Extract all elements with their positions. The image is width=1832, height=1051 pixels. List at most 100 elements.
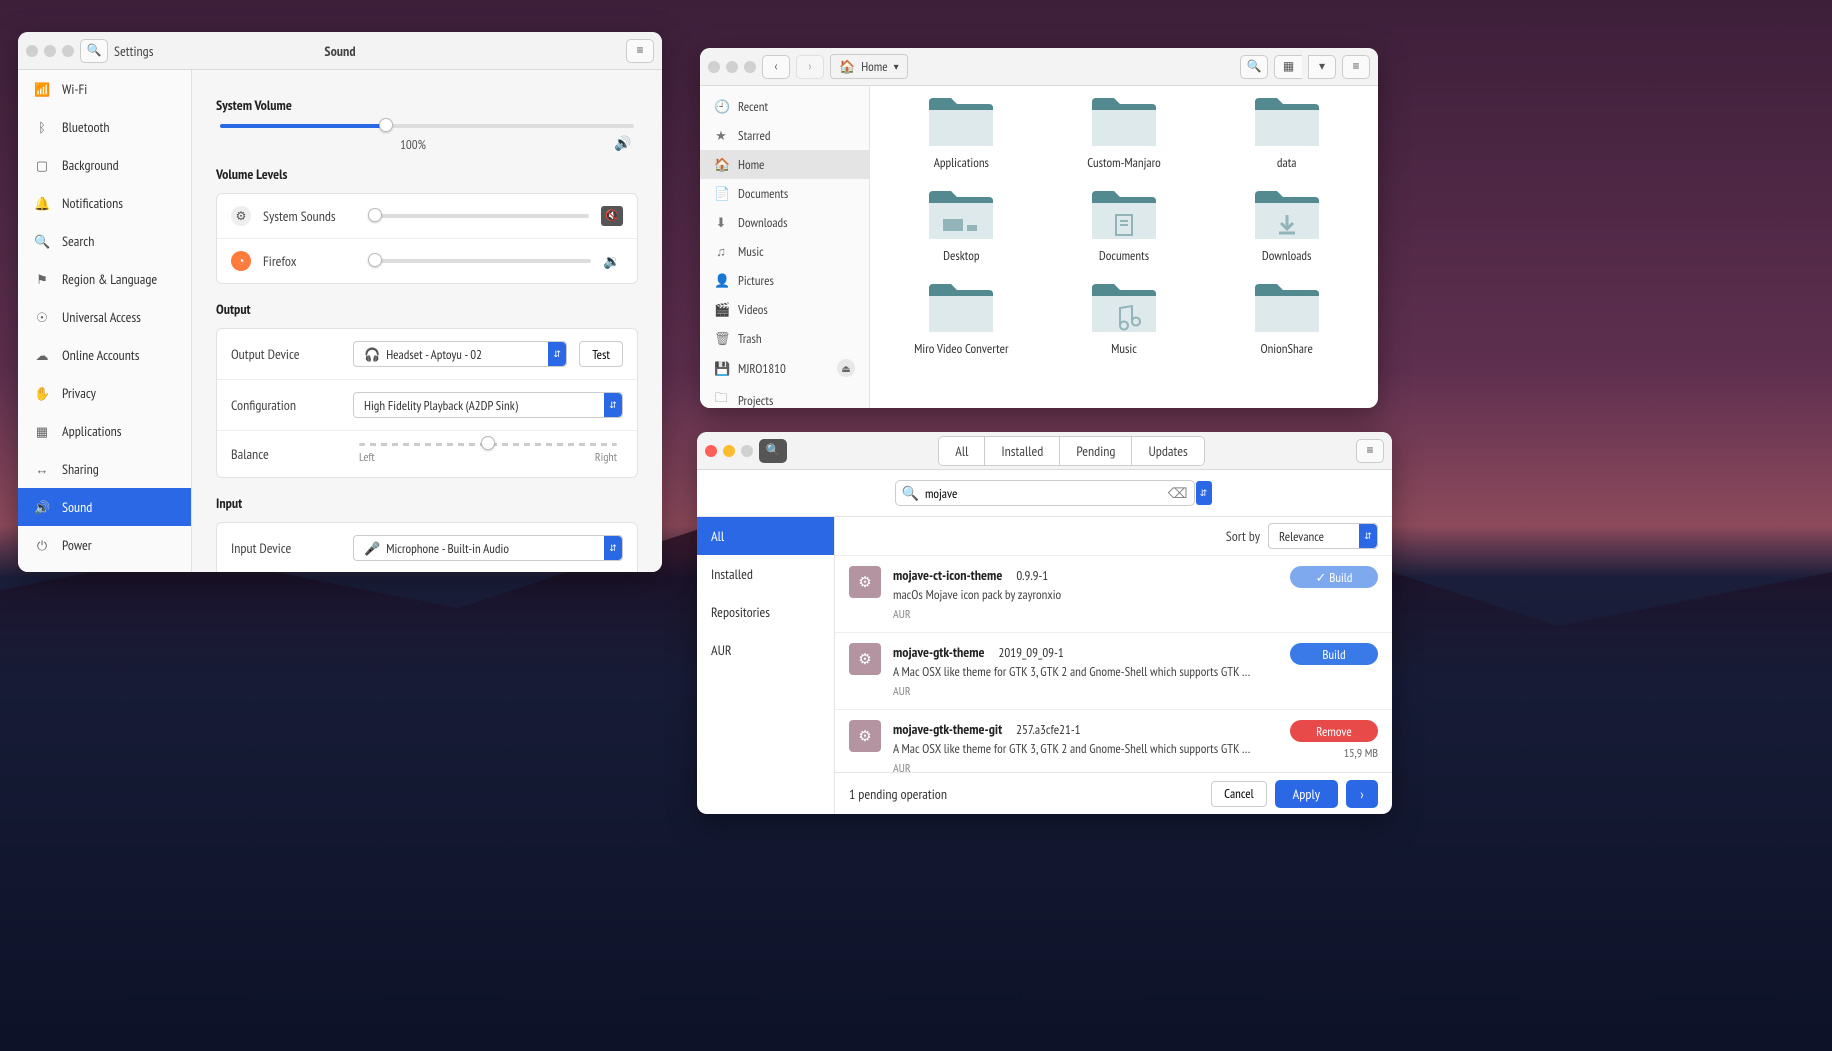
chevron-updown-icon[interactable]: ⇵	[1196, 481, 1212, 505]
microphone-icon: 🎤	[364, 540, 380, 557]
folder-applications[interactable]: Applications	[890, 96, 1033, 171]
window-close[interactable]	[708, 61, 720, 73]
output-device-label: Output Device	[231, 345, 341, 363]
files-sidebar-home[interactable]: 🏠Home	[700, 150, 869, 179]
hamburger-menu-icon[interactable]: ≡	[1356, 439, 1384, 463]
source-installed[interactable]: Installed	[697, 555, 834, 593]
test-button[interactable]: Test	[579, 341, 623, 367]
search-icon[interactable]: 🔍	[759, 439, 787, 463]
section-input: Input	[216, 494, 638, 512]
source-all[interactable]: All	[697, 517, 834, 555]
sidebar-item-search[interactable]: 🔍Search	[18, 222, 191, 260]
balance-slider[interactable]: Left Right	[353, 443, 623, 465]
window-max[interactable]	[744, 61, 756, 73]
details-button[interactable]: ›	[1346, 780, 1378, 808]
files-sidebar: 🕘Recent★Starred🏠Home📄Documents⬇Downloads…	[700, 86, 870, 408]
app-volume-slider[interactable]	[375, 259, 591, 263]
search-icon: 🔍	[902, 484, 919, 502]
home-icon: 🏠	[714, 156, 728, 173]
sources-sidebar: AllInstalledRepositoriesAUR	[697, 517, 835, 814]
folder-miro-video-converter[interactable]: Miro Video Converter	[890, 282, 1033, 357]
sidebar-item-sound[interactable]: 🔊Sound	[18, 488, 191, 526]
files-sidebar-music[interactable]: ♫Music	[700, 237, 869, 266]
files-sidebar-downloads[interactable]: ⬇Downloads	[700, 208, 869, 237]
forward-button[interactable]: ›	[796, 55, 824, 79]
pkg-search-box[interactable]: 🔍 ⌫ ⇵	[895, 480, 1195, 506]
sidebar-item-bluetooth[interactable]: ᛒBluetooth	[18, 108, 191, 146]
source-repositories[interactable]: Repositories	[697, 593, 834, 631]
sort-select[interactable]: Relevance ⇵	[1268, 523, 1378, 549]
files-sidebar-recent[interactable]: 🕘Recent	[700, 92, 869, 121]
search-icon[interactable]: 🔍	[80, 39, 108, 63]
folder-downloads[interactable]: Downloads	[1215, 189, 1358, 264]
eject-icon[interactable]: ⏏	[837, 359, 855, 377]
folder-data[interactable]: data	[1215, 96, 1358, 171]
window-max[interactable]	[741, 445, 753, 457]
source-aur[interactable]: AUR	[697, 631, 834, 669]
files-sidebar-trash[interactable]: 🗑Trash	[700, 324, 869, 353]
sidebar-item-universal-access[interactable]: ☉Universal Access	[18, 298, 191, 336]
files-sidebar-starred[interactable]: ★Starred	[700, 121, 869, 150]
build-button[interactable]: Build	[1290, 643, 1378, 665]
sidebar-item-sharing[interactable]: ↔Sharing	[18, 450, 191, 488]
build-button[interactable]: ✓ Build	[1290, 566, 1378, 588]
system-volume-slider[interactable]	[220, 124, 634, 128]
apply-button[interactable]: Apply	[1275, 780, 1338, 808]
view-options-icon[interactable]: ▾	[1308, 55, 1336, 79]
pkg-row[interactable]: ⚙ mojave-gtk-theme-git257.a3cfe21-1 A Ma…	[835, 710, 1392, 772]
folder-onionshare[interactable]: OnionShare	[1215, 282, 1358, 357]
cancel-button[interactable]: Cancel	[1211, 781, 1267, 807]
files-sidebar-documents[interactable]: 📄Documents	[700, 179, 869, 208]
configuration-select[interactable]: High Fidelity Playback (A2DP Sink) ⇵	[353, 392, 623, 418]
input-device-select[interactable]: 🎤 Microphone - Built-in Audio ⇵	[353, 535, 623, 561]
mjro1810-icon: 💾	[714, 360, 728, 377]
back-button[interactable]: ‹	[762, 55, 790, 79]
folder-custom-manjaro[interactable]: Custom-Manjaro	[1053, 96, 1196, 171]
output-device-select[interactable]: 🎧 Headset - Aptoyu - 02 ⇵	[353, 341, 567, 367]
files-sidebar-mjro1810[interactable]: 💾MJRO1810⏏	[700, 353, 869, 383]
files-sidebar-videos[interactable]: 🎬Videos	[700, 295, 869, 324]
speaker-icon[interactable]: 🔉	[603, 252, 623, 270]
sidebar-item-applications[interactable]: ▦Applications	[18, 412, 191, 450]
clear-icon[interactable]: ⌫	[1168, 484, 1188, 502]
tab-updates[interactable]: Updates	[1132, 437, 1203, 465]
sidebar-icon: ⏻	[34, 537, 50, 554]
files-sidebar-projects[interactable]: 🗀Projects	[700, 383, 869, 408]
pkg-version: 2019_09_09-1	[999, 644, 1064, 661]
package-icon: ⚙	[849, 566, 881, 598]
search-icon[interactable]: 🔍	[1240, 55, 1268, 79]
sidebar-item-power[interactable]: ⏻Power	[18, 526, 191, 564]
tab-installed[interactable]: Installed	[985, 437, 1060, 465]
sidebar-item-network[interactable]: 🖧Network	[18, 564, 191, 572]
pkg-search-input[interactable]	[925, 485, 1162, 502]
hamburger-menu-icon[interactable]: ≡	[1342, 55, 1370, 79]
window-min[interactable]	[44, 45, 56, 57]
pkg-row[interactable]: ⚙ mojave-gtk-theme2019_09_09-1 A Mac OSX…	[835, 633, 1392, 710]
sidebar-icon: ☉	[34, 309, 50, 326]
tab-all[interactable]: All	[939, 437, 985, 465]
sidebar-item-privacy[interactable]: ✋Privacy	[18, 374, 191, 412]
sidebar-item-region-language[interactable]: ⚑Region & Language	[18, 260, 191, 298]
sidebar-item-background[interactable]: ▢Background	[18, 146, 191, 184]
location-dropdown[interactable]: 🏠 Home ▾	[830, 54, 908, 79]
sidebar-item-wi-fi[interactable]: 📶Wi-Fi	[18, 70, 191, 108]
sidebar-item-online-accounts[interactable]: ☁Online Accounts	[18, 336, 191, 374]
view-grid-icon[interactable]: ▦	[1274, 55, 1302, 79]
window-max[interactable]	[62, 45, 74, 57]
sidebar-item-notifications[interactable]: 🔔Notifications	[18, 184, 191, 222]
folder-desktop[interactable]: Desktop	[890, 189, 1033, 264]
files-sidebar-pictures[interactable]: 👤Pictures	[700, 266, 869, 295]
files-titlebar: ‹ › 🏠 Home ▾ 🔍 ▦ ▾ ≡	[700, 48, 1378, 86]
folder-documents[interactable]: Documents	[1053, 189, 1196, 264]
remove-button[interactable]: Remove	[1290, 720, 1378, 742]
tab-pending[interactable]: Pending	[1060, 437, 1132, 465]
window-close[interactable]	[705, 445, 717, 457]
pkg-row[interactable]: ⚙ mojave-ct-icon-theme0.9.9-1 macOs Moja…	[835, 556, 1392, 633]
window-min[interactable]	[726, 61, 738, 73]
window-min[interactable]	[723, 445, 735, 457]
window-close[interactable]	[26, 45, 38, 57]
muted-icon[interactable]: 🔇	[601, 206, 623, 226]
folder-music[interactable]: Music	[1053, 282, 1196, 357]
hamburger-menu-icon[interactable]: ≡	[626, 39, 654, 63]
app-volume-slider[interactable]	[375, 214, 589, 218]
